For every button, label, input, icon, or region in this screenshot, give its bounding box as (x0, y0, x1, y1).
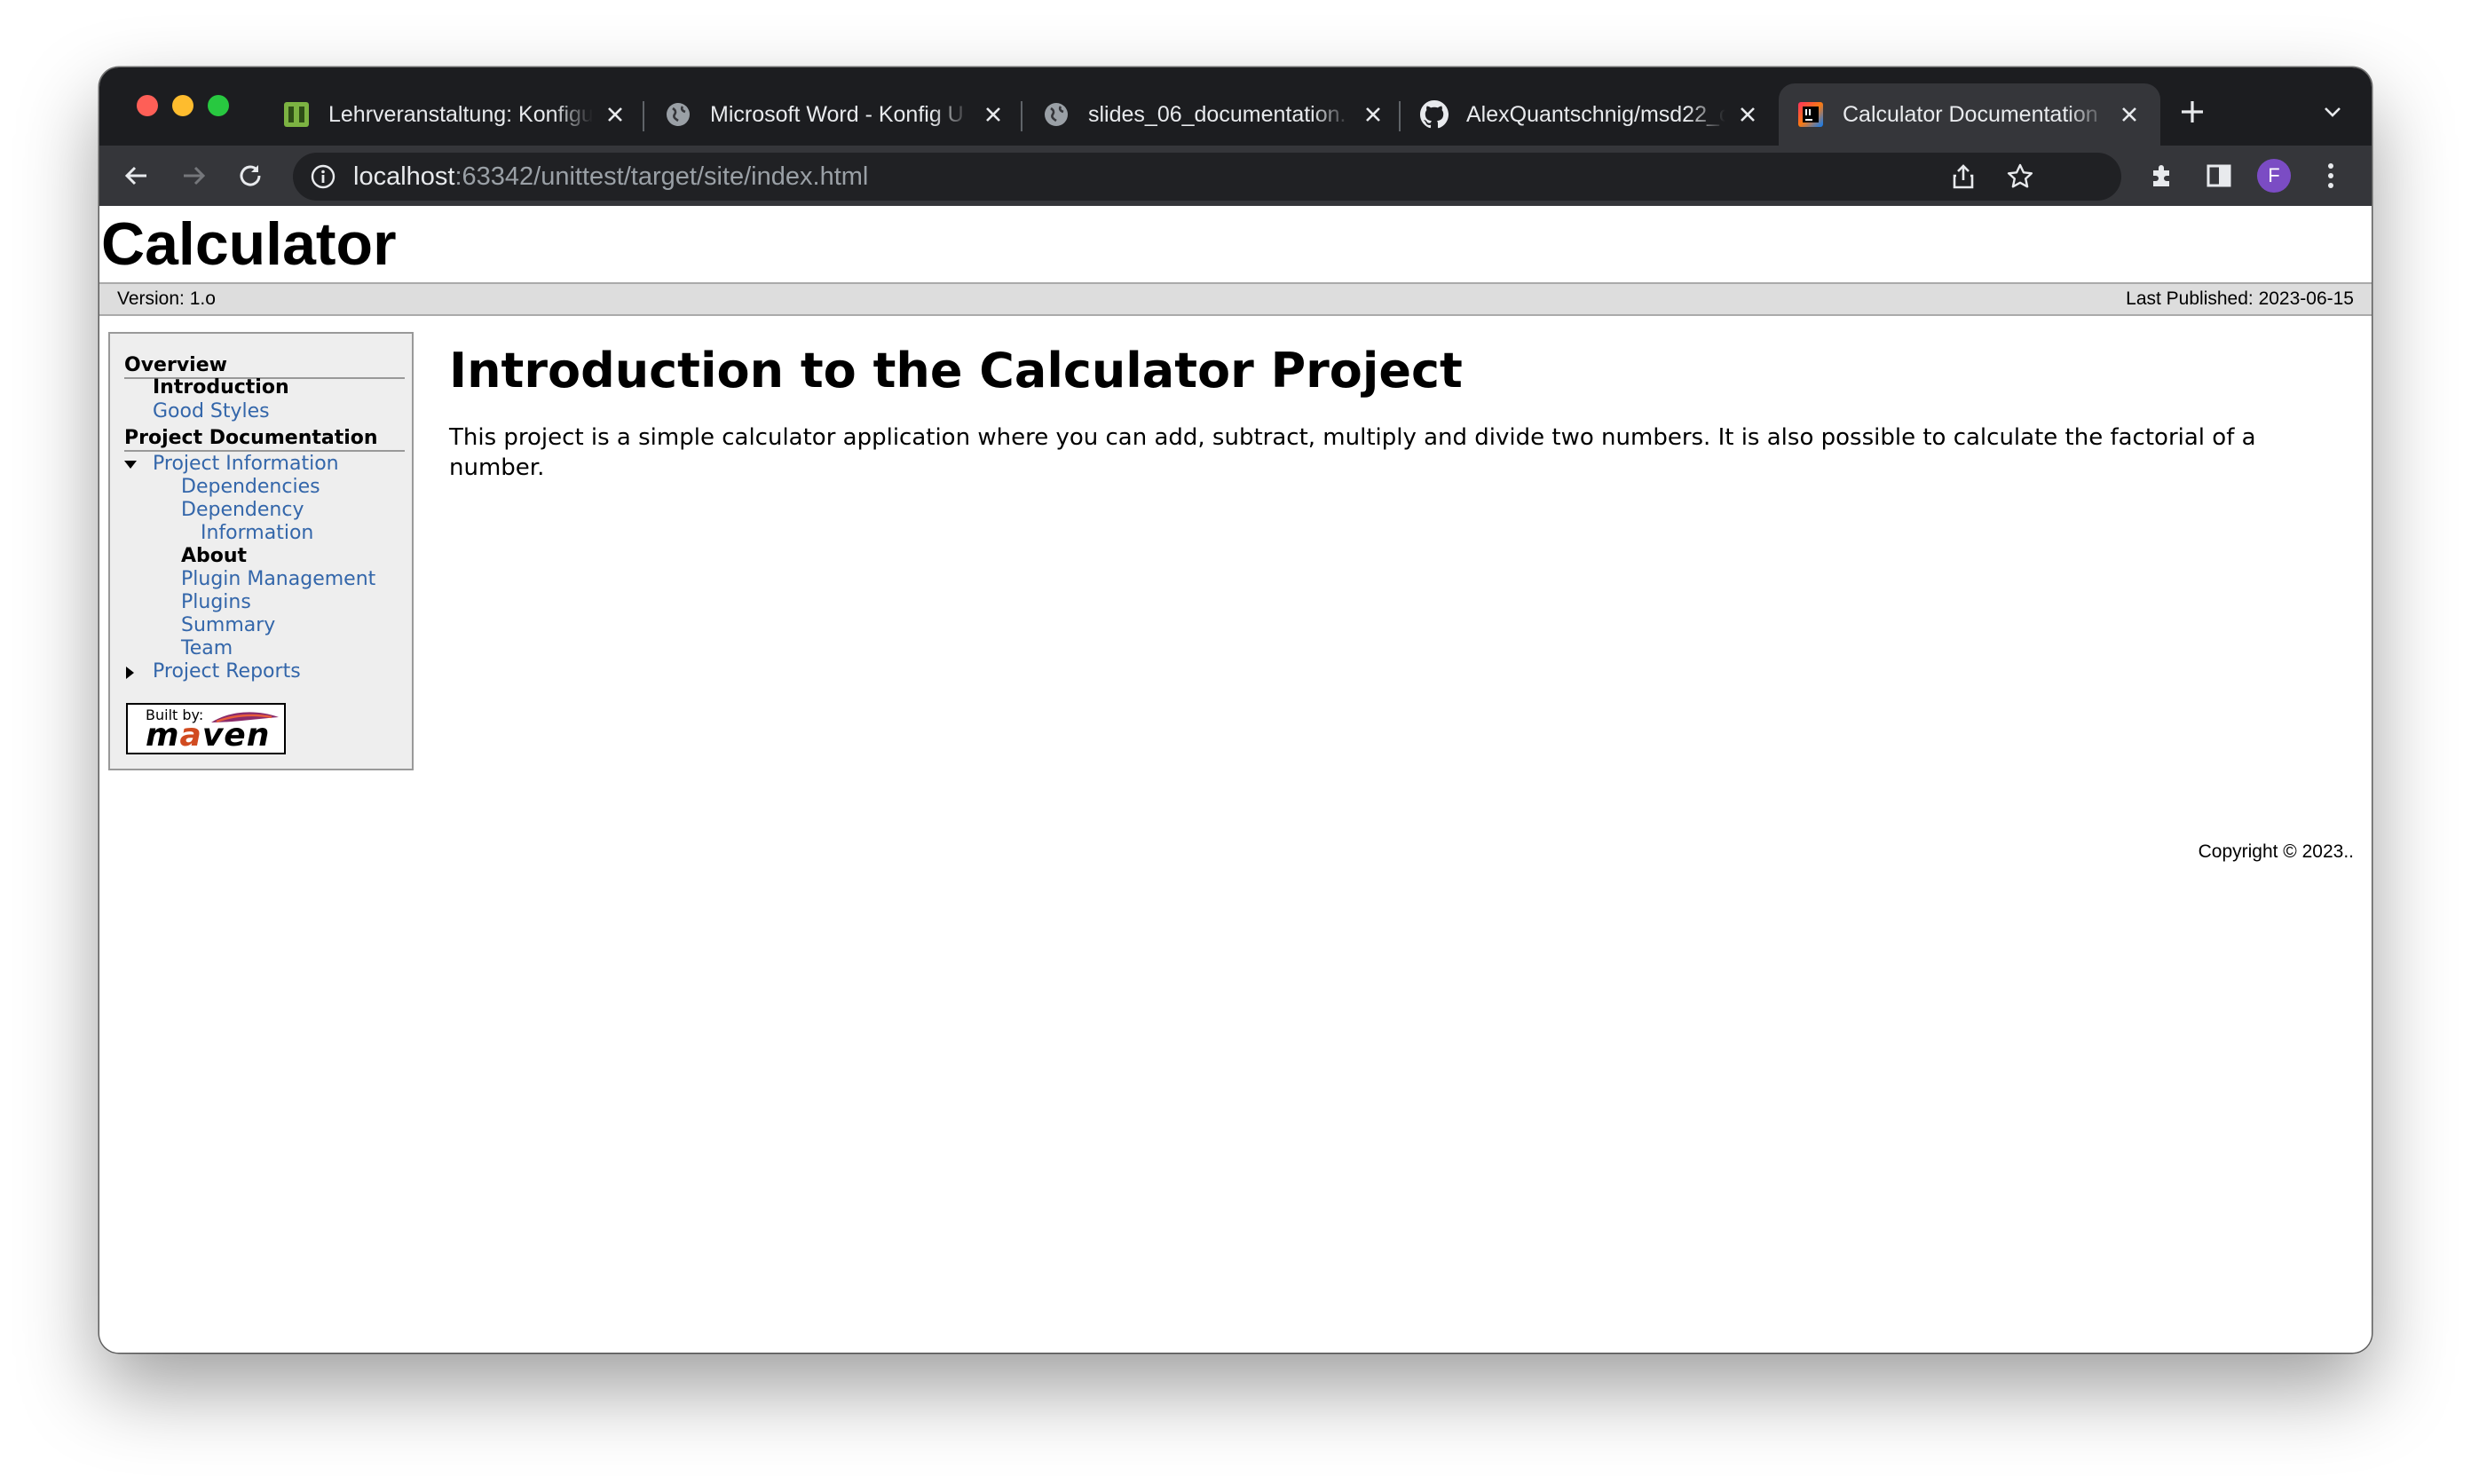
version-label: Version: 1.o (117, 288, 216, 309)
close-tab-icon[interactable] (2116, 101, 2143, 128)
nav-item-project-reports[interactable]: Project Reports (153, 660, 301, 683)
tab-slides-documentation[interactable]: slides_06_documentation. (1024, 83, 1404, 146)
address-bar[interactable]: localhost:63342/unittest/target/site/ind… (293, 153, 2121, 201)
nav-item-about: About (181, 545, 248, 567)
url-host: localhost (353, 162, 455, 191)
tab-calculator-documentation[interactable]: Calculator Documentation (1779, 83, 2160, 146)
banner-title[interactable]: Calculator (101, 206, 397, 282)
expanded-caret-icon[interactable] (124, 461, 137, 469)
nav-item-summary[interactable]: Summary (181, 614, 275, 637)
nav-item-plugin-management[interactable]: Plugin Management (181, 568, 375, 591)
collapsed-caret-icon[interactable] (126, 667, 134, 679)
nav-item-dependency[interactable]: Dependency (181, 499, 304, 522)
tab-separator (643, 101, 644, 131)
nav-item-dependency-information[interactable]: Information (201, 522, 313, 545)
minimize-window-button[interactable] (172, 95, 193, 116)
intellij-icon (1796, 100, 1825, 129)
page-heading: Introduction to the Calculator Project (449, 343, 1463, 399)
more-menu-icon[interactable] (2313, 158, 2349, 193)
tab-title: AlexQuantschnig/msd22_c (1466, 101, 1725, 127)
tab-title: slides_06_documentation. (1088, 101, 1346, 127)
moodle-icon (282, 100, 311, 129)
profile-initial: F (2268, 164, 2280, 186)
side-panel-icon[interactable] (2201, 158, 2237, 193)
back-button[interactable] (119, 158, 154, 193)
browser-toolbar: localhost:63342/unittest/target/site/ind… (99, 146, 2372, 206)
forward-button[interactable] (176, 158, 211, 193)
tab-title: Lehrveranstaltung: Konfigu (328, 101, 593, 127)
close-tab-icon[interactable] (1360, 101, 1386, 128)
copyright-footer: Copyright © 2023.. (2198, 841, 2354, 862)
maven-wordmark: maven (146, 717, 270, 754)
tab-title: Microsoft Word - Konfig U (710, 101, 964, 127)
github-icon (1420, 100, 1449, 129)
reload-button[interactable] (233, 158, 268, 193)
nav-heading-overview: Overview (124, 353, 405, 379)
share-icon[interactable] (1946, 159, 1981, 194)
browser-window: Lehrveranstaltung: Konfigu Microsoft Wor… (99, 67, 2372, 1353)
tab-separator (1021, 101, 1022, 131)
tab-strip: Lehrveranstaltung: Konfigu Microsoft Wor… (99, 67, 2372, 146)
page-content: Calculator Version: 1.o Last Published: … (99, 206, 2372, 1353)
tab-github-repo[interactable]: AlexQuantschnig/msd22_c (1402, 83, 1779, 146)
new-tab-button[interactable] (2175, 94, 2210, 130)
close-tab-icon[interactable] (980, 101, 1007, 128)
nav-item-team[interactable]: Team (181, 637, 233, 660)
maven-letters-ven: ven (201, 717, 271, 754)
tab-search-chevron-icon[interactable] (2315, 94, 2350, 130)
close-tab-icon[interactable] (1734, 101, 1761, 128)
close-tab-icon[interactable] (602, 101, 628, 128)
nav-item-dependencies[interactable]: Dependencies (181, 476, 320, 499)
navigation-sidebar: Overview Introduction Good Styles Projec… (108, 332, 414, 770)
nav-item-project-information[interactable]: Project Information (153, 453, 339, 476)
maximize-window-button[interactable] (208, 95, 229, 116)
close-window-button[interactable] (137, 95, 158, 116)
globe-icon (664, 100, 692, 129)
nav-heading-project-documentation: Project Documentation (124, 426, 405, 452)
last-published-label: Last Published: 2023-06-15 (2126, 288, 2354, 309)
bookmark-star-icon[interactable] (2002, 159, 2038, 194)
tab-lehrveranstaltung[interactable]: Lehrveranstaltung: Konfigu (264, 83, 646, 146)
globe-icon (1042, 100, 1070, 129)
tab-title: Calculator Documentation (1843, 101, 2098, 127)
url-text[interactable]: localhost:63342/unittest/target/site/ind… (353, 153, 868, 201)
tab-separator (1399, 101, 1401, 131)
maven-letter-m: m (146, 717, 180, 754)
site-info-icon[interactable] (305, 159, 341, 194)
tab-microsoft-word[interactable]: Microsoft Word - Konfig U (646, 83, 1024, 146)
nav-item-introduction: Introduction (153, 376, 289, 399)
breadcrumb-bar: Version: 1.o Last Published: 2023-06-15 (99, 282, 2372, 316)
maven-letter-a: a (179, 717, 202, 754)
intro-paragraph: This project is a simple calculator appl… (449, 424, 2256, 481)
url-path: :63342/unittest/target/site/index.html (454, 162, 869, 191)
nav-item-good-styles[interactable]: Good Styles (153, 400, 270, 423)
extensions-puzzle-icon[interactable] (2144, 158, 2180, 193)
built-by-maven-logo[interactable]: Built by: maven (126, 703, 286, 754)
nav-item-plugins[interactable]: Plugins (181, 591, 251, 614)
main-content: Introduction to the Calculator Project T… (449, 339, 2349, 483)
profile-avatar[interactable]: F (2256, 158, 2292, 193)
